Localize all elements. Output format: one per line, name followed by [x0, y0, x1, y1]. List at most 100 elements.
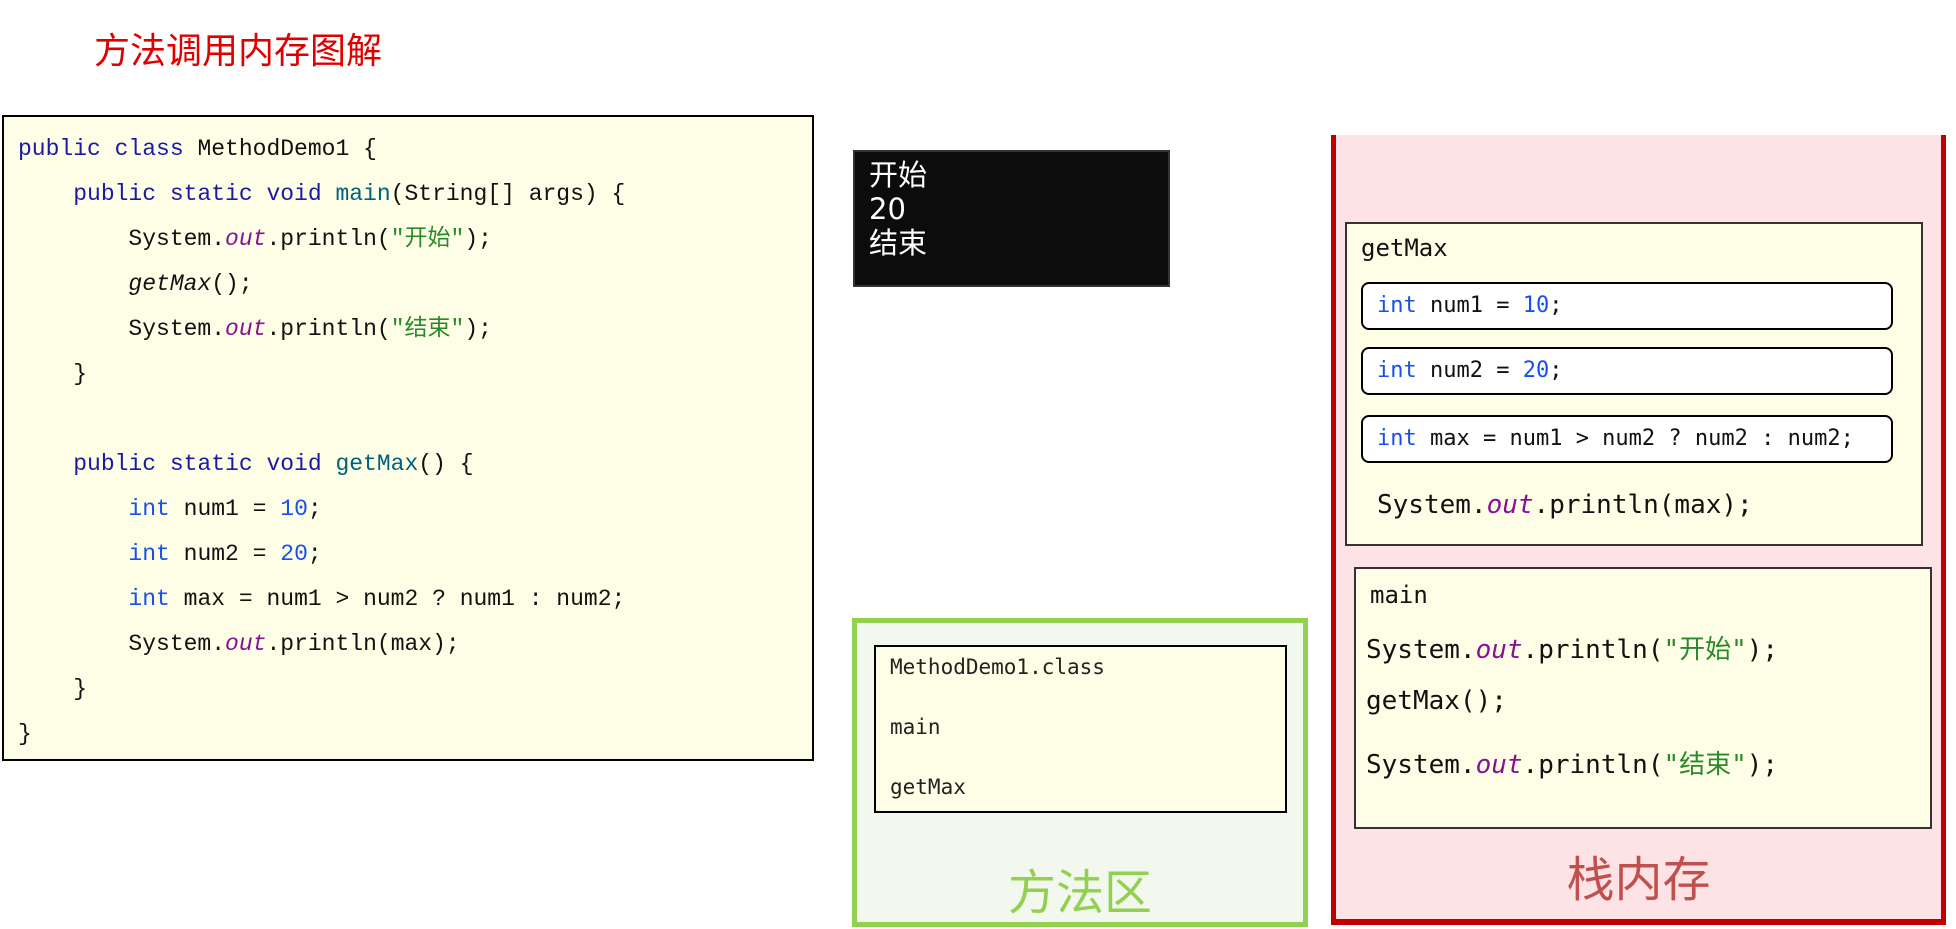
method-area: MethodDemo1.class main getMax 方法区 [852, 618, 1308, 927]
code-token: out [225, 631, 267, 657]
print-statement: System.out.println(max); [1377, 490, 1753, 520]
statement: getMax(); [1366, 686, 1507, 716]
code-token: getMax(); [1366, 686, 1507, 716]
code-token: public static void [18, 181, 336, 207]
code-token: ; [307, 541, 322, 567]
code-token: .println(max); [266, 631, 460, 657]
code-token: System. [18, 226, 226, 252]
code-token: "开始" [390, 226, 465, 252]
code-token: out [1486, 490, 1534, 520]
code-line: int max = num1 > num2 ? num1 : num2; [18, 585, 625, 613]
code-token: System. [1366, 750, 1476, 780]
diagram-title: 方法调用内存图解 [94, 31, 383, 72]
code-token: ; [307, 496, 322, 522]
code-token: 20 [1522, 358, 1550, 383]
code-token: MethodDemo1 { [197, 136, 377, 162]
code-token: (); [211, 271, 253, 297]
code-token: System. [18, 631, 226, 657]
console-line: 开始 [869, 158, 928, 192]
variable-num2: int num2 = 20; [1361, 347, 1893, 395]
code-token: 10 [280, 496, 308, 522]
code-line: public class MethodDemo1 { [18, 135, 377, 163]
variable-max: int max = num1 > num2 ? num2 : num2; [1361, 415, 1893, 463]
code-token: ; [1549, 358, 1563, 383]
code-token: out [225, 226, 267, 252]
code-token: int [128, 541, 170, 567]
class-file-box: MethodDemo1.class main getMax [874, 645, 1287, 813]
code-token: int [1377, 293, 1417, 318]
method-entry-getmax: getMax [890, 775, 966, 799]
method-area-label: 方法区 [1007, 865, 1152, 921]
variable-num1: int num1 = 10; [1361, 282, 1893, 330]
console-line: 结束 [869, 226, 928, 260]
code-token: "结束" [390, 316, 465, 342]
code-token: getMax [128, 271, 212, 297]
code-token: } [18, 361, 88, 387]
stack-memory: getMax int num1 = 10; int num2 = 20; int… [1331, 135, 1946, 925]
stack-frame-main: main System.out.println("开始"); getMax();… [1354, 567, 1932, 829]
code-token: () { [418, 451, 474, 477]
code-line: } [18, 720, 32, 748]
code-token: max = num1 > num2 ? num1 : num2; [169, 586, 626, 612]
frame-name: getMax [1361, 234, 1448, 262]
code-token: .println( [266, 316, 391, 342]
code-token: num1 = [1416, 293, 1523, 318]
code-token: "结束" [1663, 750, 1747, 780]
code-token: ); [464, 226, 492, 252]
code-token: num2 = [1416, 358, 1523, 383]
code-line: } [18, 675, 87, 703]
code-line: public static void getMax() { [18, 450, 474, 478]
code-line: System.out.println("结束"); [18, 315, 492, 343]
code-line: } [18, 360, 87, 388]
code-token: 20 [280, 541, 308, 567]
code-token: .println( [1522, 635, 1664, 665]
code-token: int [128, 586, 170, 612]
code-token: int [1377, 426, 1417, 451]
code-token: 10 [1522, 293, 1550, 318]
console-line: 20 [869, 192, 906, 226]
code-line: int num2 = 20; [18, 540, 322, 568]
code-token: System. [18, 316, 226, 342]
class-name: MethodDemo1.class [890, 655, 1105, 679]
source-code-panel: public class MethodDemo1 { public static… [2, 115, 814, 761]
code-line: getMax(); [18, 270, 253, 298]
code-token: max = num1 > num2 ? num2 : num2; [1416, 426, 1854, 451]
console-output: 开始 20 结束 [853, 150, 1170, 287]
code-token: .println( [266, 226, 391, 252]
code-token: out [1475, 750, 1523, 780]
statement: System.out.println("开始"); [1366, 629, 1778, 666]
frame-name: main [1370, 581, 1428, 609]
code-token: int [1377, 358, 1417, 383]
code-token: } [18, 721, 32, 747]
code-token: main [335, 181, 391, 207]
code-line: System.out.println("开始"); [18, 225, 492, 253]
code-token: "开始" [1663, 635, 1747, 665]
code-token: System. [1366, 635, 1476, 665]
code-line: public static void main(String[] args) { [18, 180, 625, 208]
code-token: .println(max); [1533, 490, 1753, 520]
code-token: getMax [335, 451, 419, 477]
stack-frame-getmax: getMax int num1 = 10; int num2 = 20; int… [1345, 222, 1923, 546]
code-token: public static void [18, 451, 336, 477]
code-token: System. [1377, 490, 1487, 520]
code-token: .println( [1522, 750, 1664, 780]
statement: System.out.println("结束"); [1366, 744, 1778, 781]
code-token: out [225, 316, 267, 342]
code-token: num1 = [169, 496, 281, 522]
code-token: out [1475, 635, 1523, 665]
code-token: (String[] args) { [390, 181, 626, 207]
code-token: ; [1549, 293, 1563, 318]
method-entry-main: main [890, 715, 941, 739]
stack-memory-label: 栈内存 [1566, 852, 1711, 908]
code-line: System.out.println(max); [18, 630, 460, 658]
code-token: ); [464, 316, 492, 342]
code-line: int num1 = 10; [18, 495, 322, 523]
code-token: ); [1746, 635, 1779, 665]
code-token: public class [18, 136, 198, 162]
code-token: num2 = [169, 541, 281, 567]
code-token: ); [1746, 750, 1779, 780]
